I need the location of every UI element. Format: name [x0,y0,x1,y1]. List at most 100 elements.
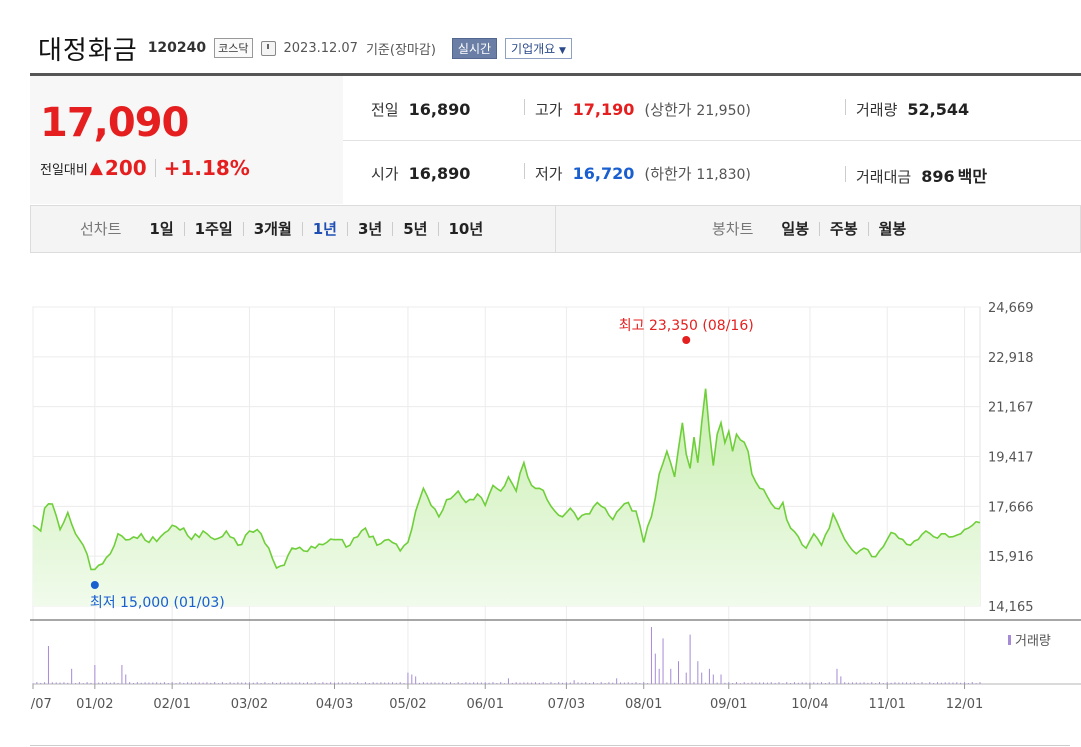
amount-value: 896 [921,167,955,186]
company-info-dropdown[interactable]: 기업개요 ▼ [505,37,572,59]
volume-bar [380,682,382,684]
tab-daily[interactable]: 일봉 [771,218,819,239]
volume-bar [469,682,471,684]
volume-bar [774,682,776,684]
volume-bar [948,682,950,684]
volume-bar [283,682,285,684]
volume-bar [585,682,587,684]
volume-bar [863,682,865,684]
tab-weekly[interactable]: 주봉 [820,218,868,239]
candle-chart-label: 봉차트 [712,220,754,238]
change-row: 전일대비 ▲ 200 +1.18% [40,156,250,180]
volume-bar [32,683,34,684]
volume-bar [793,682,795,684]
volume-bar [778,682,780,684]
x-tick-label: 02/01 [153,697,190,712]
tab-3m[interactable]: 3개월 [244,218,302,239]
volume-bar [299,682,301,684]
volume-bar [353,682,355,684]
volume-bar [627,682,629,684]
volume-bar [790,683,792,684]
volume-bar [75,683,77,684]
volume-bar [47,646,49,684]
volume-bar [821,682,823,684]
volume-bar [330,682,332,684]
volume-bar [906,682,908,684]
volume-bar [264,682,266,684]
tab-1w[interactable]: 1주일 [185,218,243,239]
tab-1d[interactable]: 1일 [139,218,183,239]
tab-monthly[interactable]: 월봉 [869,218,917,239]
volume-bar [620,682,622,684]
volume-bar [623,682,625,684]
volume-bar [685,672,687,684]
volume-bar [797,682,799,684]
volume-bar [589,682,591,684]
upper-limit: (상한가 21,950) [644,99,751,120]
volume-bar [562,682,564,684]
volume-bar [71,668,73,684]
volume-bar [550,682,552,684]
tab-3y[interactable]: 3년 [348,218,392,239]
tab-5y[interactable]: 5년 [393,218,437,239]
current-price: 17,090 [40,100,189,146]
amount-label: 거래대금 [856,168,912,186]
company-info-label: 기업개요 [511,41,556,56]
volume-bar [936,682,938,684]
volume-bar [295,682,297,684]
volume-bar [206,682,208,684]
volume-bar [631,682,633,684]
volume-bar [581,682,583,684]
min-annotation: 최저 15,000 (01/03) [90,595,225,611]
volume-bar [36,682,38,684]
volume-bar [824,682,826,684]
volume-bar [496,683,498,684]
volume-bar [882,683,884,684]
x-tick-label: 12/07 [30,697,52,712]
volume-bar [971,682,973,684]
volume-bar [136,682,138,684]
volume-bar [639,683,641,684]
amount-unit: 백만 [957,167,988,186]
volume-bar [272,682,274,684]
volume-bar [975,683,977,684]
volume-bar [763,682,765,684]
high-value: 17,190 [572,100,635,119]
volume-bar [743,682,745,684]
max-marker [682,336,691,344]
volume-bar [670,668,672,684]
volume-bar [202,682,204,684]
volume-bar [341,682,343,684]
tab-10y[interactable]: 10년 [439,218,494,239]
volume-bar [500,682,502,684]
basis-note: 기준(장마감) [365,42,436,58]
volume-legend-swatch [1008,635,1011,645]
divider [30,745,1070,746]
volume-bar [457,682,459,684]
change-value: 200 [104,156,147,180]
volume-bar [759,682,761,684]
realtime-button[interactable]: 실시간 [451,37,498,59]
volume-bar [929,682,931,684]
volume-bar [237,682,239,684]
volume-bar [836,668,838,684]
volume-label: 거래량 [856,101,898,119]
tab-1y[interactable]: 1년 [303,218,347,239]
volume-bar [190,682,192,684]
clock-icon [260,40,276,56]
volume-bar [368,682,370,684]
volume-bar [674,682,676,684]
volume-bar [921,682,923,684]
volume-bar [612,682,614,684]
volume-bar [364,682,366,684]
volume-bar [291,682,293,684]
volume-bar [894,682,896,684]
volume-bar [210,682,212,684]
divider [524,99,525,115]
y-tick-label: 19,417 [988,451,1034,466]
divider [845,99,846,115]
chevron-down-icon: ▼ [559,45,566,56]
volume-bar [909,682,911,684]
volume-bar [461,683,463,684]
volume-bar [739,683,741,684]
